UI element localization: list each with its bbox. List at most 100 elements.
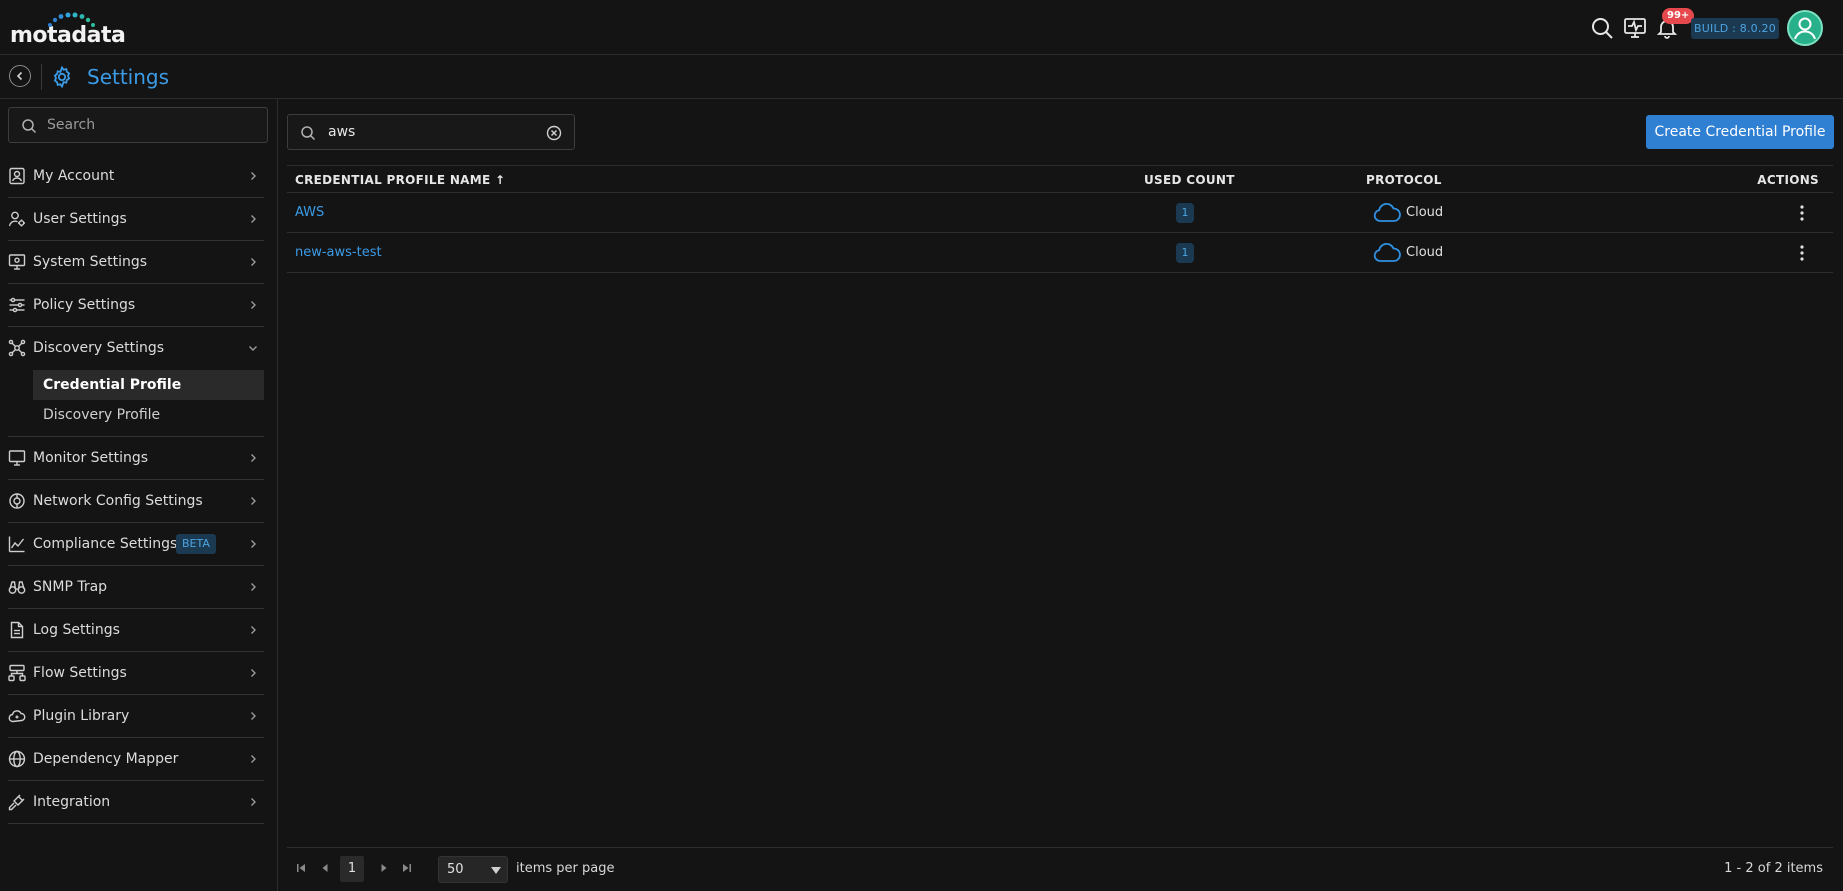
chevron-right-icon [251,669,256,677]
sidebar-item-plugin-library[interactable]: Plugin Library [8,695,264,738]
column-header-name[interactable]: CREDENTIAL PROFILE NAME ↑ [295,172,505,188]
beta-badge: BETA [176,534,216,554]
last-page-icon[interactable] [401,862,413,874]
network-config-icon [9,493,25,509]
chevron-right-icon [251,258,256,266]
table-row: new-aws-test 1 Cloud [287,233,1833,273]
create-credential-profile-button[interactable]: Create Credential Profile [1646,115,1834,149]
plugin-cloud-icon [8,710,26,723]
chevron-right-icon [251,540,256,548]
dropdown-caret-icon [491,867,501,874]
sidebar-subitem-credential-profile[interactable]: Credential Profile [33,370,264,400]
pagination: 1 50 items per page 1 - 2 of 2 items [287,847,1833,891]
sidebar-item-label: Flow Settings [33,665,127,681]
sidebar-item-system-settings[interactable]: System Settings [8,241,264,284]
sidebar-item-policy-settings[interactable]: Policy Settings [8,284,264,327]
cloud-icon [1373,203,1401,222]
next-page-icon[interactable] [378,862,390,874]
globe-icon [8,750,26,768]
chevron-right-icon [251,454,256,462]
chevron-right-icon [251,798,256,806]
sidebar-item-user-settings[interactable]: User Settings [8,198,264,241]
sidebar-item-network-config-settings[interactable]: Network Config Settings [8,480,264,523]
sidebar-item-monitor-settings[interactable]: Monitor Settings [8,437,264,480]
user-avatar[interactable] [1787,10,1823,46]
sidebar-item-label: User Settings [33,211,127,227]
cloud-icon [1373,243,1401,262]
user-badge-icon [9,167,25,185]
chevron-right-icon [251,583,256,591]
sidebar-item-label: Log Settings [33,622,120,638]
page-number-button[interactable]: 1 [340,856,364,882]
settings-sidebar: My Account User Settings System Settings… [0,99,278,891]
sidebar-item-flow-settings[interactable]: Flow Settings [8,652,264,695]
sidebar-subitem-discovery-profile[interactable]: Discovery Profile [33,400,264,430]
sidebar-item-label: Network Config Settings [33,493,203,509]
file-text-icon [10,621,24,639]
flow-icon [8,664,26,682]
first-page-icon[interactable] [295,862,307,874]
notification-count-badge: 99+ [1662,8,1695,24]
settings-menu: My Account User Settings System Settings… [8,155,264,824]
more-actions-icon[interactable] [1799,244,1805,262]
chevron-right-icon [251,215,256,223]
search-icon [301,126,316,141]
chevron-right-icon [251,172,256,180]
sidebar-item-compliance-settings[interactable]: Compliance Settings BETA [8,523,264,566]
sidebar-item-label: SNMP Trap [33,579,108,595]
chevron-right-icon [251,626,256,634]
protocol-label: Cloud [1406,205,1444,220]
binoculars-icon [8,581,26,594]
sidebar-item-label: Dependency Mapper [33,751,179,767]
pagination-range-text: 1 - 2 of 2 items [1724,861,1823,876]
chevron-down-icon [249,346,257,351]
profile-name-link[interactable]: new-aws-test [295,244,382,262]
profile-search-input[interactable] [328,115,538,149]
column-header-protocol[interactable]: PROTOCOL [1366,172,1442,188]
back-button[interactable] [9,65,31,87]
per-page-value: 50 [447,862,464,877]
items-per-page-select[interactable]: 50 [438,856,508,883]
chevron-right-icon [251,755,256,763]
chevron-left-icon [16,71,23,81]
more-actions-icon[interactable] [1799,204,1805,222]
used-count-badge[interactable]: 1 [1176,203,1194,223]
used-count-badge[interactable]: 1 [1176,243,1194,263]
table-header: CREDENTIAL PROFILE NAME ↑ USED COUNT PRO… [287,165,1833,193]
breadcrumb: Settings [0,55,1843,99]
sidebar-item-label: Plugin Library [33,708,130,724]
build-version-badge: BUILD : 8.0.20 [1691,18,1779,39]
network-nodes-icon [8,339,26,357]
chevron-right-icon [251,301,256,309]
column-header-used-count[interactable]: USED COUNT [1144,172,1235,188]
sidebar-item-integration[interactable]: Integration [8,781,264,824]
breadcrumb-divider [41,64,42,90]
sidebar-search [8,107,268,143]
sidebar-item-snmp-trap[interactable]: SNMP Trap [8,566,264,609]
items-per-page-label: items per page [516,861,615,876]
sidebar-item-label: Discovery Settings [33,340,165,356]
motadata-logo[interactable]: motadata [10,12,126,48]
sidebar-item-log-settings[interactable]: Log Settings [8,609,264,652]
sidebar-search-input[interactable] [47,108,257,142]
profile-name-link[interactable]: AWS [295,204,324,222]
credential-profile-table: CREDENTIAL PROFILE NAME ↑ USED COUNT PRO… [287,165,1833,273]
protocol-label: Cloud [1406,245,1444,260]
chevron-right-icon [251,712,256,720]
sidebar-item-label: System Settings [33,254,148,270]
sidebar-item-discovery-settings[interactable]: Discovery Settings [8,327,264,370]
previous-page-icon[interactable] [319,862,331,874]
clear-search-icon[interactable] [546,125,562,141]
sidebar-item-label: Compliance Settings [33,536,178,552]
chevron-right-icon [251,497,256,505]
column-header-actions: ACTIONS [1757,173,1819,187]
main-content: Create Credential Profile CREDENTIAL PRO… [286,99,1835,891]
sidebar-item-dependency-mapper[interactable]: Dependency Mapper [8,738,264,781]
sidebar-item-my-account[interactable]: My Account [8,155,264,198]
chart-line-icon [8,536,25,553]
search-icon [22,119,37,134]
monitor-pulse-icon[interactable] [1623,16,1647,40]
monitor-gear-icon [8,254,26,270]
search-icon[interactable] [1590,16,1614,40]
table-row: AWS 1 Cloud [287,193,1833,233]
